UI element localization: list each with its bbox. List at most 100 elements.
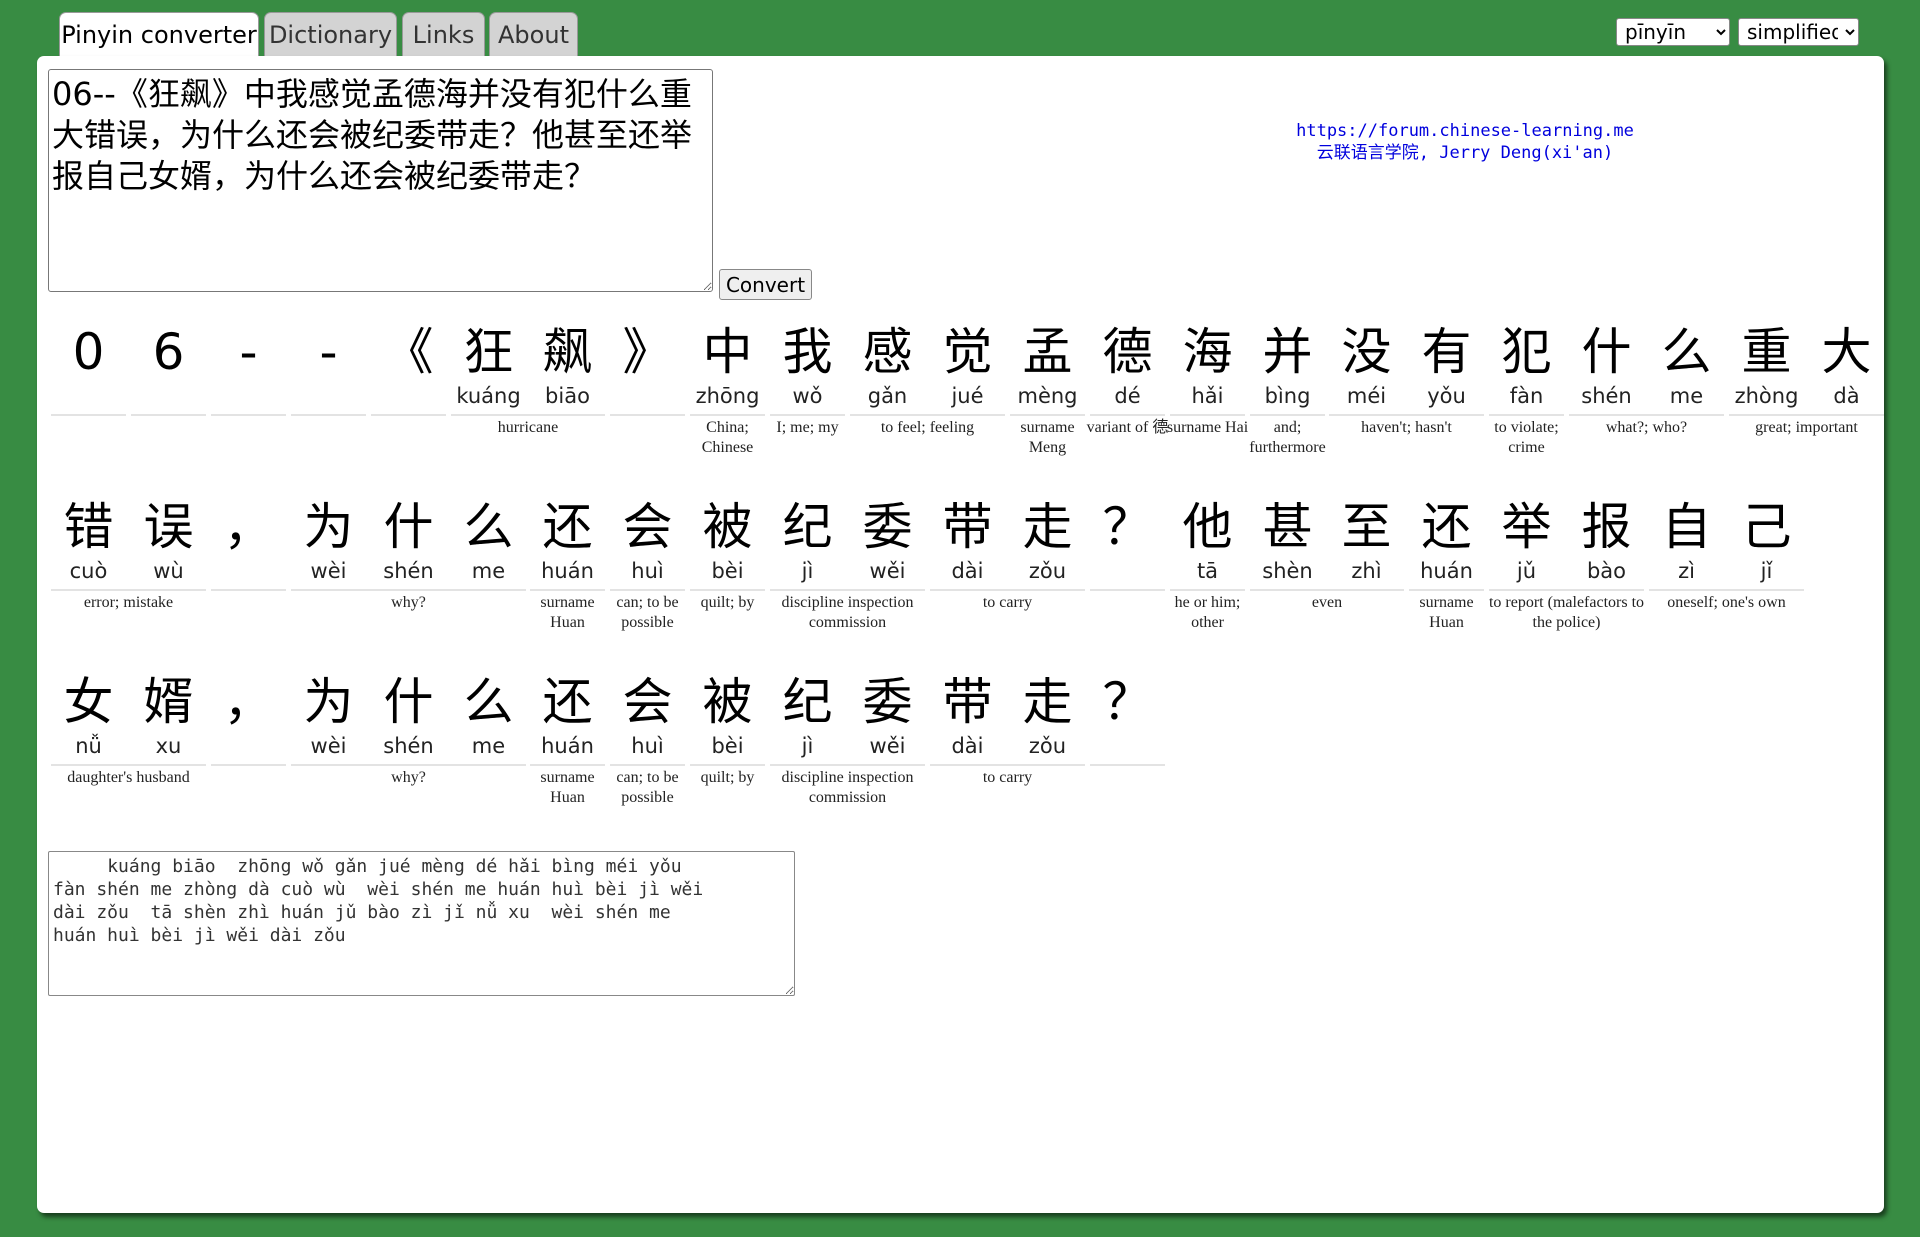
hanzi: 么 — [463, 498, 514, 556]
pinyin: wèi — [310, 559, 347, 583]
pinyin: wěi — [869, 734, 906, 758]
definition: oneself; one's own — [1667, 594, 1786, 611]
definition: quilt; by — [700, 769, 755, 786]
convert-button[interactable]: Convert — [719, 269, 812, 300]
definition: daughter's husband — [67, 769, 190, 786]
pinyin: zì — [1678, 559, 1695, 583]
hanzi: ？ — [1102, 498, 1153, 556]
definition: hurricane — [497, 419, 559, 436]
pinyin: kuáng — [456, 384, 521, 408]
hanzi: 孟 — [1022, 323, 1073, 381]
chinese-input[interactable]: 06--《狂飙》中我感觉孟德海并没有犯什么重大错误，为什么还会被纪委带走？他甚至… — [48, 69, 713, 292]
pinyin: jì — [801, 734, 814, 758]
word-underline — [291, 764, 526, 766]
pinyin: shén — [383, 559, 434, 583]
word-underline — [610, 764, 685, 766]
hanzi: 什 — [383, 673, 434, 731]
word-underline — [690, 764, 765, 766]
word-underline — [530, 589, 605, 591]
hanzi: 感 — [862, 323, 913, 381]
tab-pinyin-converter[interactable]: Pinyin converter — [59, 12, 259, 58]
pinyin: jì — [801, 559, 814, 583]
definition: to violate; crime — [1494, 419, 1559, 456]
tab-dictionary[interactable]: Dictionary — [264, 12, 397, 56]
hanzi: 带 — [942, 673, 993, 731]
definition: to carry — [982, 769, 1033, 786]
hanzi: 自 — [1661, 498, 1712, 556]
romanization-select[interactable]: pīnyīn — [1616, 18, 1730, 46]
pinyin: jué — [951, 384, 984, 408]
pinyin: gǎn — [867, 384, 908, 408]
tab-links[interactable]: Links — [402, 12, 485, 56]
word-underline — [1090, 764, 1165, 766]
pinyin: bào — [1586, 559, 1627, 583]
script-select[interactable]: simplified — [1738, 18, 1859, 46]
word-underline — [1329, 414, 1484, 416]
definition: variant of 德 — [1086, 419, 1169, 436]
forum-link[interactable]: https://forum.chinese-learning.me — [1240, 120, 1690, 142]
definition: haven't; hasn't — [1361, 419, 1452, 436]
pinyin: hǎi — [1191, 384, 1224, 408]
hanzi: 己 — [1741, 498, 1792, 556]
pinyin: zǒu — [1028, 559, 1067, 583]
pinyin: zhōng — [695, 384, 760, 408]
hanzi: 还 — [542, 673, 593, 731]
pinyin: dài — [951, 559, 984, 583]
pinyin: wǒ — [792, 384, 823, 408]
hanzi: - — [319, 323, 338, 381]
definition: and; furthermore — [1249, 419, 1326, 456]
hanzi: 么 — [463, 673, 514, 731]
hanzi: 犯 — [1501, 323, 1552, 381]
pinyin-output[interactable]: kuáng biāo zhōng wǒ gǎn jué mèng dé hǎi … — [48, 851, 795, 996]
hanzi: 至 — [1341, 498, 1392, 556]
word-underline — [1489, 414, 1564, 416]
word-underline — [930, 764, 1085, 766]
pinyin: bèi — [711, 734, 744, 758]
pinyin: cuò — [69, 559, 108, 583]
hanzi: 还 — [1421, 498, 1472, 556]
hanzi: 女 — [63, 673, 114, 731]
word-underline — [690, 414, 765, 416]
pinyin: nǚ — [75, 734, 102, 758]
char-cell: ， — [211, 672, 286, 800]
pinyin: me — [471, 559, 506, 583]
word-underline — [770, 589, 925, 591]
pinyin: dé — [1114, 384, 1141, 408]
hanzi: 有 — [1421, 323, 1472, 381]
pinyin: bìng — [1264, 384, 1311, 408]
pinyin: me — [1669, 384, 1704, 408]
tab-about[interactable]: About — [489, 12, 578, 56]
hanzi: 《 — [383, 323, 434, 381]
definition: surname Huan — [540, 594, 595, 631]
char-cell: 6 — [131, 322, 206, 450]
word-underline — [211, 414, 286, 416]
pinyin: huì — [631, 559, 664, 583]
hanzi: 走 — [1022, 498, 1073, 556]
hanzi: 甚 — [1262, 498, 1313, 556]
pinyin: dà — [1833, 384, 1860, 408]
hanzi: 举 — [1501, 498, 1552, 556]
char-cell: - — [211, 322, 286, 450]
definition: great; important — [1755, 419, 1858, 436]
char-cell: ？ — [1090, 672, 1165, 800]
word-underline — [131, 414, 206, 416]
pinyin: jǐ — [1760, 559, 1773, 583]
word-underline — [211, 764, 286, 766]
pinyin: shén — [383, 734, 434, 758]
word-underline — [451, 414, 605, 416]
hanzi: - — [239, 323, 258, 381]
hanzi: 委 — [862, 498, 913, 556]
hanzi: 狂 — [463, 323, 514, 381]
word-underline — [291, 414, 366, 416]
hanzi: 并 — [1262, 323, 1313, 381]
definition: even — [1311, 594, 1343, 611]
word-underline — [930, 589, 1085, 591]
pinyin: xu — [155, 734, 182, 758]
definition: to feel; feeling — [880, 419, 975, 436]
word-underline — [51, 589, 206, 591]
definition: he or him; other — [1174, 594, 1241, 631]
hanzi: 会 — [622, 673, 673, 731]
credit: https://forum.chinese-learning.me 云联语言学院… — [1240, 120, 1690, 164]
hanzi: ， — [223, 673, 274, 731]
word-underline — [690, 589, 765, 591]
